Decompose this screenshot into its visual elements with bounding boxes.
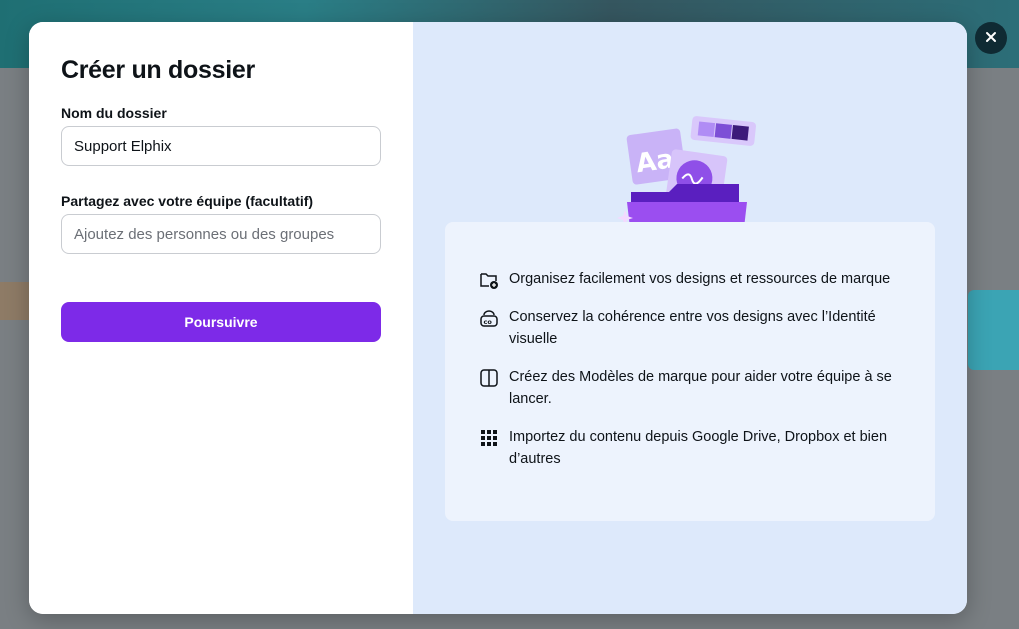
folder-plus-icon <box>479 270 499 290</box>
feature-item: Créez des Modèles de marque pour aider v… <box>479 366 905 410</box>
folder-name-input[interactable] <box>61 126 381 166</box>
feature-text: Créez des Modèles de marque pour aider v… <box>509 369 892 407</box>
feature-item: Importez du contenu depuis Google Drive,… <box>479 426 905 470</box>
continue-button[interactable]: Poursuivre <box>61 302 381 342</box>
features-card: Organisez facilement vos designs et ress… <box>445 222 935 521</box>
feature-text: Organisez facilement vos designs et ress… <box>509 271 891 287</box>
modal-title: Créer un dossier <box>61 56 255 84</box>
background-card-left <box>0 282 29 320</box>
modal-info-pane: Aa € <box>413 22 967 614</box>
folder-name-group: Nom du dossier <box>61 104 381 166</box>
template-icon <box>479 368 499 388</box>
modal-form-pane: Créer un dossier Nom du dossier Partagez… <box>29 22 413 614</box>
share-input[interactable] <box>61 214 381 254</box>
feature-item: Organisez facilement vos designs et ress… <box>479 268 905 290</box>
svg-text:co: co <box>484 318 493 326</box>
share-group: Partagez avec votre équipe (facultatif) <box>61 192 381 254</box>
create-folder-modal: Créer un dossier Nom du dossier Partagez… <box>29 22 967 614</box>
brand-kit-icon: co <box>479 308 499 328</box>
close-button[interactable] <box>975 22 1007 54</box>
folder-name-label: Nom du dossier <box>61 105 167 121</box>
feature-item: co Conservez la cohérence entre vos desi… <box>479 306 905 350</box>
close-icon <box>985 31 997 46</box>
share-label: Partagez avec votre équipe (facultatif) <box>61 193 314 209</box>
background-card <box>968 290 1019 370</box>
feature-text: Conservez la cohérence entre vos designs… <box>509 309 876 347</box>
apps-grid-icon <box>479 428 499 448</box>
features-list: Organisez facilement vos designs et ress… <box>479 268 905 470</box>
feature-text: Importez du contenu depuis Google Drive,… <box>509 429 888 467</box>
